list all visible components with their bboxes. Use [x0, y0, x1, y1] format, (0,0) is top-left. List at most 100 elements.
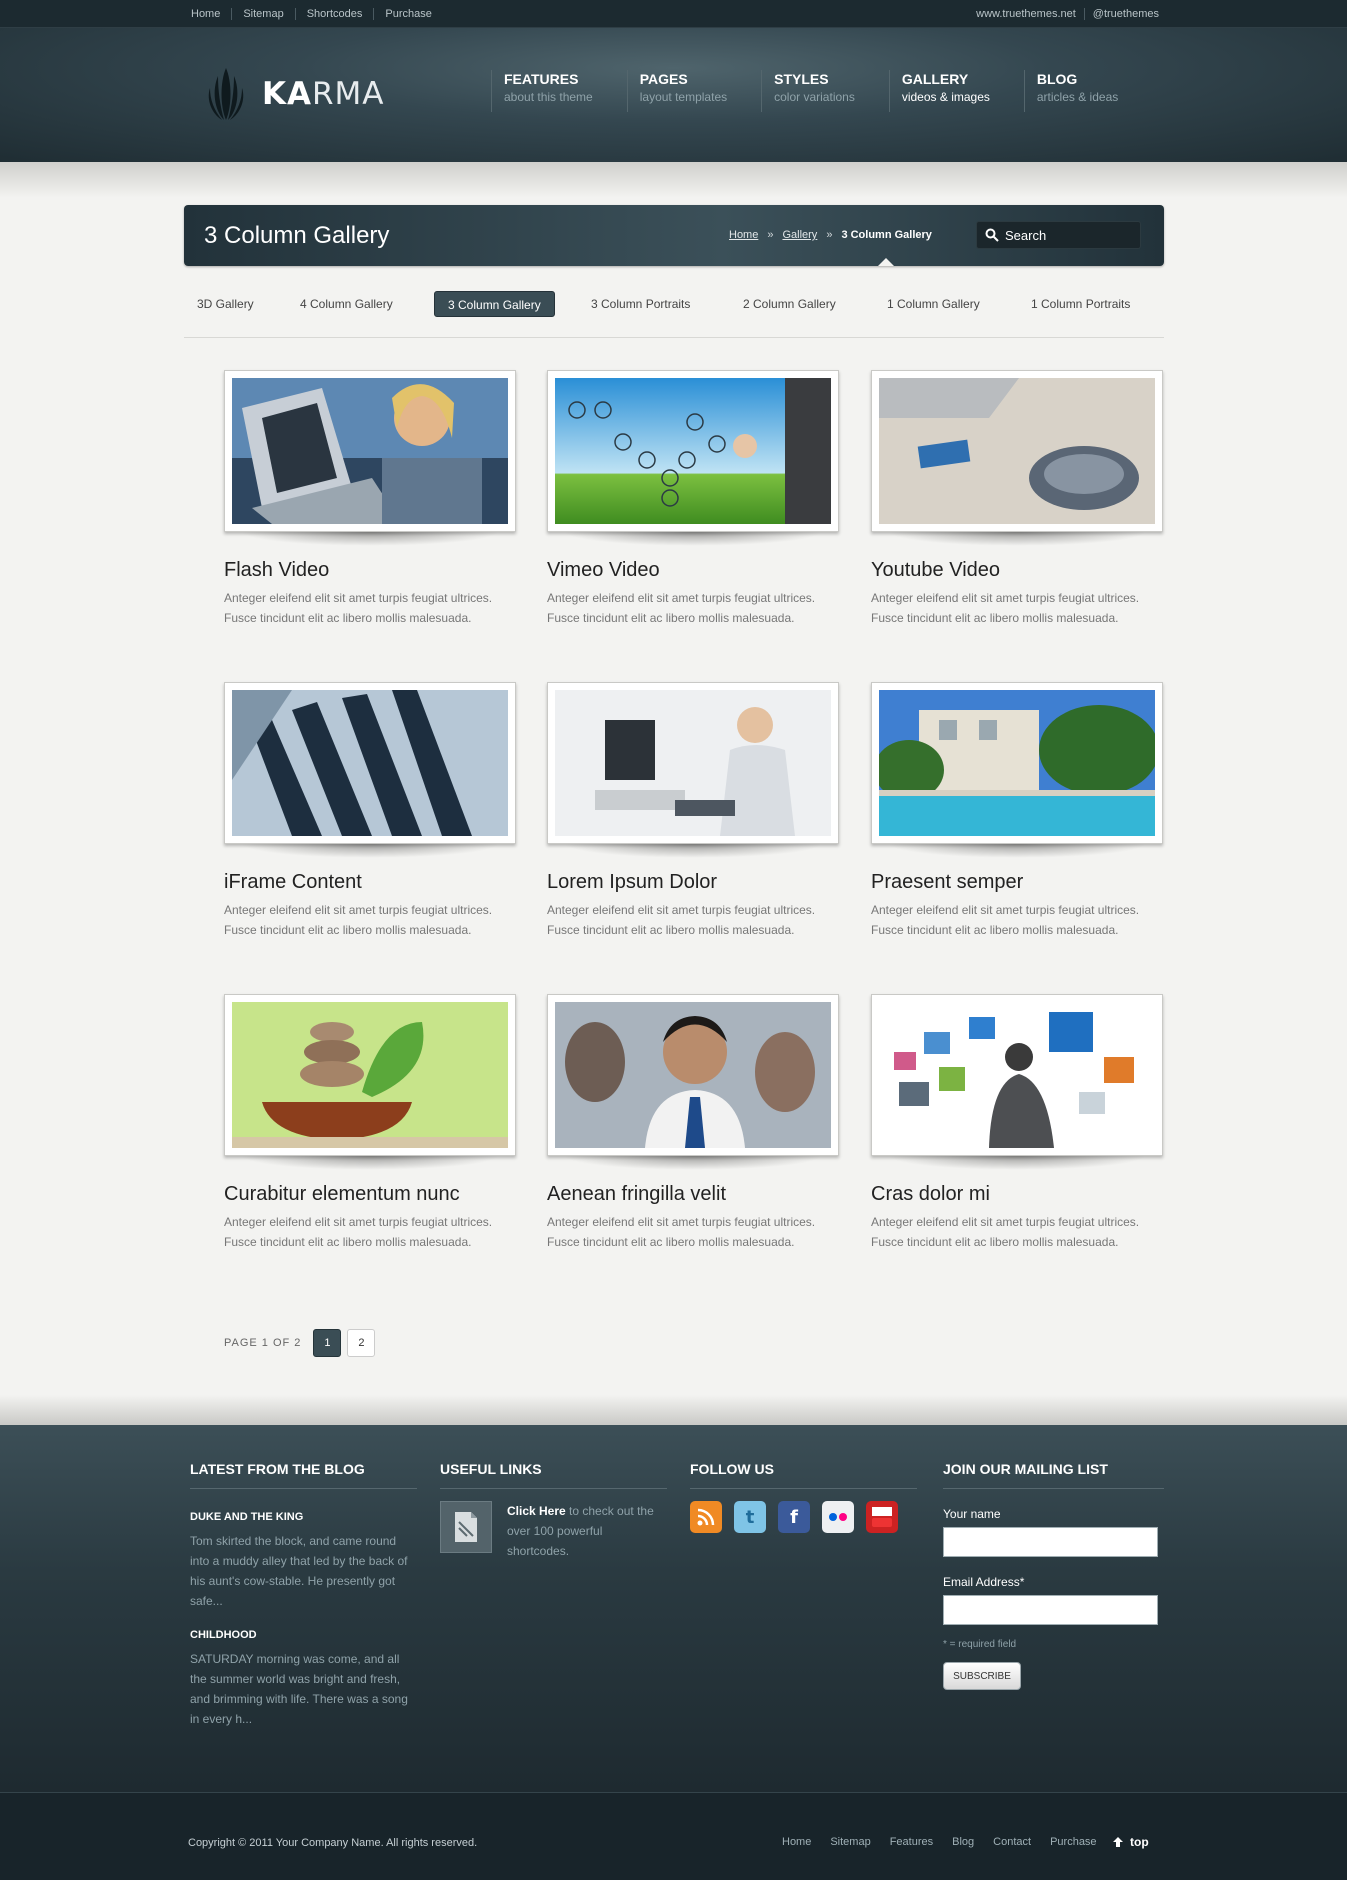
useful-links-box: Click Here to check out the over 100 pow…	[440, 1501, 667, 1561]
tab-3-column-portraits[interactable]: 3 Column Portraits	[578, 291, 703, 317]
thumbnail-shadow	[887, 844, 1147, 858]
tab-4-column-gallery[interactable]: 4 Column Gallery	[287, 291, 406, 317]
pagination-label: PAGE 1 OF 2	[224, 1337, 302, 1349]
thumbnail-shadow	[240, 1156, 500, 1170]
gallery-item: iFrame Content Anteger eleifend elit sit…	[224, 682, 516, 940]
breadcrumb-gallery[interactable]: Gallery	[782, 229, 817, 241]
gallery-item-title[interactable]: Vimeo Video	[547, 558, 839, 582]
bottom-link-home[interactable]: Home	[782, 1836, 811, 1848]
gallery-thumbnail[interactable]	[547, 370, 839, 532]
gallery-item: Praesent semper Anteger eleifend elit si…	[871, 682, 1163, 940]
top-links: Home Sitemap Shortcodes Purchase	[180, 0, 443, 28]
gallery-item-title[interactable]: Cras dolor mi	[871, 1182, 1163, 1206]
bottom-link-sitemap[interactable]: Sitemap	[830, 1836, 870, 1848]
top-bar: Home Sitemap Shortcodes Purchase www.tru…	[0, 0, 1347, 28]
tab-1-column-portraits[interactable]: 1 Column Portraits	[1018, 291, 1143, 317]
gallery-thumbnail[interactable]	[871, 682, 1163, 844]
nav-pages[interactable]: PAGES layout templates	[626, 70, 739, 112]
gallery-item-title[interactable]: Youtube Video	[871, 558, 1163, 582]
top-link-home[interactable]: Home	[180, 8, 233, 20]
bottom-link-contact[interactable]: Contact	[993, 1836, 1031, 1848]
page-1-button[interactable]: 1	[313, 1329, 342, 1357]
gallery-filter-tabs: 3D Gallery 4 Column Gallery 3 Column Gal…	[184, 291, 1164, 317]
nav-gallery[interactable]: GALLERY videos & images	[888, 70, 1002, 112]
top-link-sitemap[interactable]: Sitemap	[232, 8, 296, 20]
gallery-thumbnail[interactable]	[224, 994, 516, 1156]
bottom-link-features[interactable]: Features	[890, 1836, 933, 1848]
gallery-item-title[interactable]: Curabitur elementum nunc	[224, 1182, 516, 1206]
top-link-twitter[interactable]: @truethemes	[1083, 8, 1167, 20]
tab-2-column-gallery[interactable]: 2 Column Gallery	[730, 291, 849, 317]
header-shadow-band	[0, 162, 1347, 198]
bottom-bar: Copyright © 2011 Your Company Name. All …	[0, 1792, 1347, 1880]
page-title-bar: 3 Column Gallery Home » Gallery » 3 Colu…	[184, 205, 1164, 266]
required-note: * = required field	[943, 1639, 1017, 1650]
social-icons: t f	[690, 1501, 917, 1533]
gallery-thumbnail[interactable]	[547, 994, 839, 1156]
gallery-item-text: Anteger eleifend elit sit amet turpis fe…	[547, 591, 816, 625]
twitter-icon[interactable]: t	[734, 1501, 766, 1533]
thumbnail-image	[874, 690, 1159, 836]
gallery-thumbnail[interactable]	[547, 682, 839, 844]
thumbnail-image	[555, 690, 831, 836]
nav-styles[interactable]: STYLES color variations	[761, 70, 867, 112]
rss-icon[interactable]	[690, 1501, 722, 1533]
thumbnail-shadow	[887, 1156, 1147, 1170]
youtube-icon[interactable]	[866, 1501, 898, 1533]
gallery-item: Curabitur elementum nunc Anteger eleifen…	[224, 994, 516, 1252]
gallery-item-title[interactable]: Lorem Ipsum Dolor	[547, 870, 839, 894]
name-field[interactable]	[943, 1527, 1158, 1557]
gallery-thumbnail[interactable]	[871, 994, 1163, 1156]
footer-mailing-column: JOIN OUR MAILING LIST Your name Email Ad…	[943, 1461, 1164, 1690]
back-to-top-button[interactable]: top	[1112, 1835, 1149, 1849]
blog-post-excerpt: SATURDAY morning was come, and all the s…	[190, 1652, 408, 1726]
thumbnail-image	[879, 378, 1155, 524]
footer-links-column: USEFUL LINKS Click Here to check out the…	[440, 1461, 667, 1561]
bottom-link-purchase[interactable]: Purchase	[1050, 1836, 1096, 1848]
thumbnail-shadow	[240, 532, 500, 546]
email-field[interactable]	[943, 1595, 1158, 1625]
breadcrumb-separator: »	[826, 229, 833, 241]
gallery-item: Aenean fringilla velit Anteger eleifend …	[547, 994, 839, 1252]
title-bar-pointer	[878, 258, 894, 266]
gallery-item-title[interactable]: Aenean fringilla velit	[547, 1182, 839, 1206]
gallery-thumbnail[interactable]	[224, 370, 516, 532]
subscribe-button[interactable]: SUBSCRIBE	[943, 1662, 1021, 1690]
gallery-item-title[interactable]: iFrame Content	[224, 870, 516, 894]
top-link-shortcodes[interactable]: Shortcodes	[296, 8, 375, 20]
search-input[interactable]	[1005, 227, 1125, 243]
back-to-top-label: top	[1130, 1835, 1149, 1849]
gallery-thumbnail[interactable]	[224, 682, 516, 844]
top-link-website[interactable]: www.truethemes.net	[968, 8, 1084, 20]
gallery-item-text: Anteger eleifend elit sit amet turpis fe…	[871, 1215, 1140, 1249]
breadcrumb-current: 3 Column Gallery	[841, 229, 932, 241]
tab-3-column-gallery[interactable]: 3 Column Gallery	[434, 291, 555, 317]
thumbnail-image	[555, 1002, 831, 1148]
page-2-button[interactable]: 2	[347, 1329, 376, 1357]
nav-blog[interactable]: BLOG articles & ideas	[1023, 70, 1130, 112]
bottom-link-blog[interactable]: Blog	[952, 1836, 974, 1848]
breadcrumb-home[interactable]: Home	[729, 229, 758, 241]
tab-3d-gallery[interactable]: 3D Gallery	[184, 291, 267, 317]
gallery-item: Lorem Ipsum Dolor Anteger eleifend elit …	[547, 682, 839, 940]
footer-heading: JOIN OUR MAILING LIST	[943, 1461, 1164, 1489]
nav-features[interactable]: FEATURES about this theme	[491, 70, 605, 112]
logo[interactable]: KARMA	[204, 66, 385, 122]
gallery-thumbnail[interactable]	[871, 370, 1163, 532]
footer-blog-column: LATEST FROM THE BLOG DUKE AND THE KING T…	[190, 1461, 417, 1729]
gallery-item: Youtube Video Anteger eleifend elit sit …	[871, 370, 1163, 628]
thumbnail-image	[232, 1002, 508, 1148]
arrow-up-icon	[1113, 1837, 1123, 1847]
useful-links-text[interactable]: Click Here to check out the over 100 pow…	[507, 1501, 667, 1561]
gallery-item-title[interactable]: Praesent semper	[871, 870, 1163, 894]
flickr-icon[interactable]	[822, 1501, 854, 1533]
search-icon[interactable]	[985, 228, 999, 242]
blog-post-title[interactable]: DUKE AND THE KING	[190, 1511, 417, 1523]
thumbnail-image	[879, 1002, 1155, 1148]
gallery-item-title[interactable]: Flash Video	[224, 558, 516, 582]
logo-leaf-icon	[208, 68, 244, 120]
blog-post-title[interactable]: CHILDHOOD	[190, 1629, 417, 1641]
top-link-purchase[interactable]: Purchase	[374, 8, 442, 20]
facebook-icon[interactable]: f	[778, 1501, 810, 1533]
tab-1-column-gallery[interactable]: 1 Column Gallery	[874, 291, 993, 317]
